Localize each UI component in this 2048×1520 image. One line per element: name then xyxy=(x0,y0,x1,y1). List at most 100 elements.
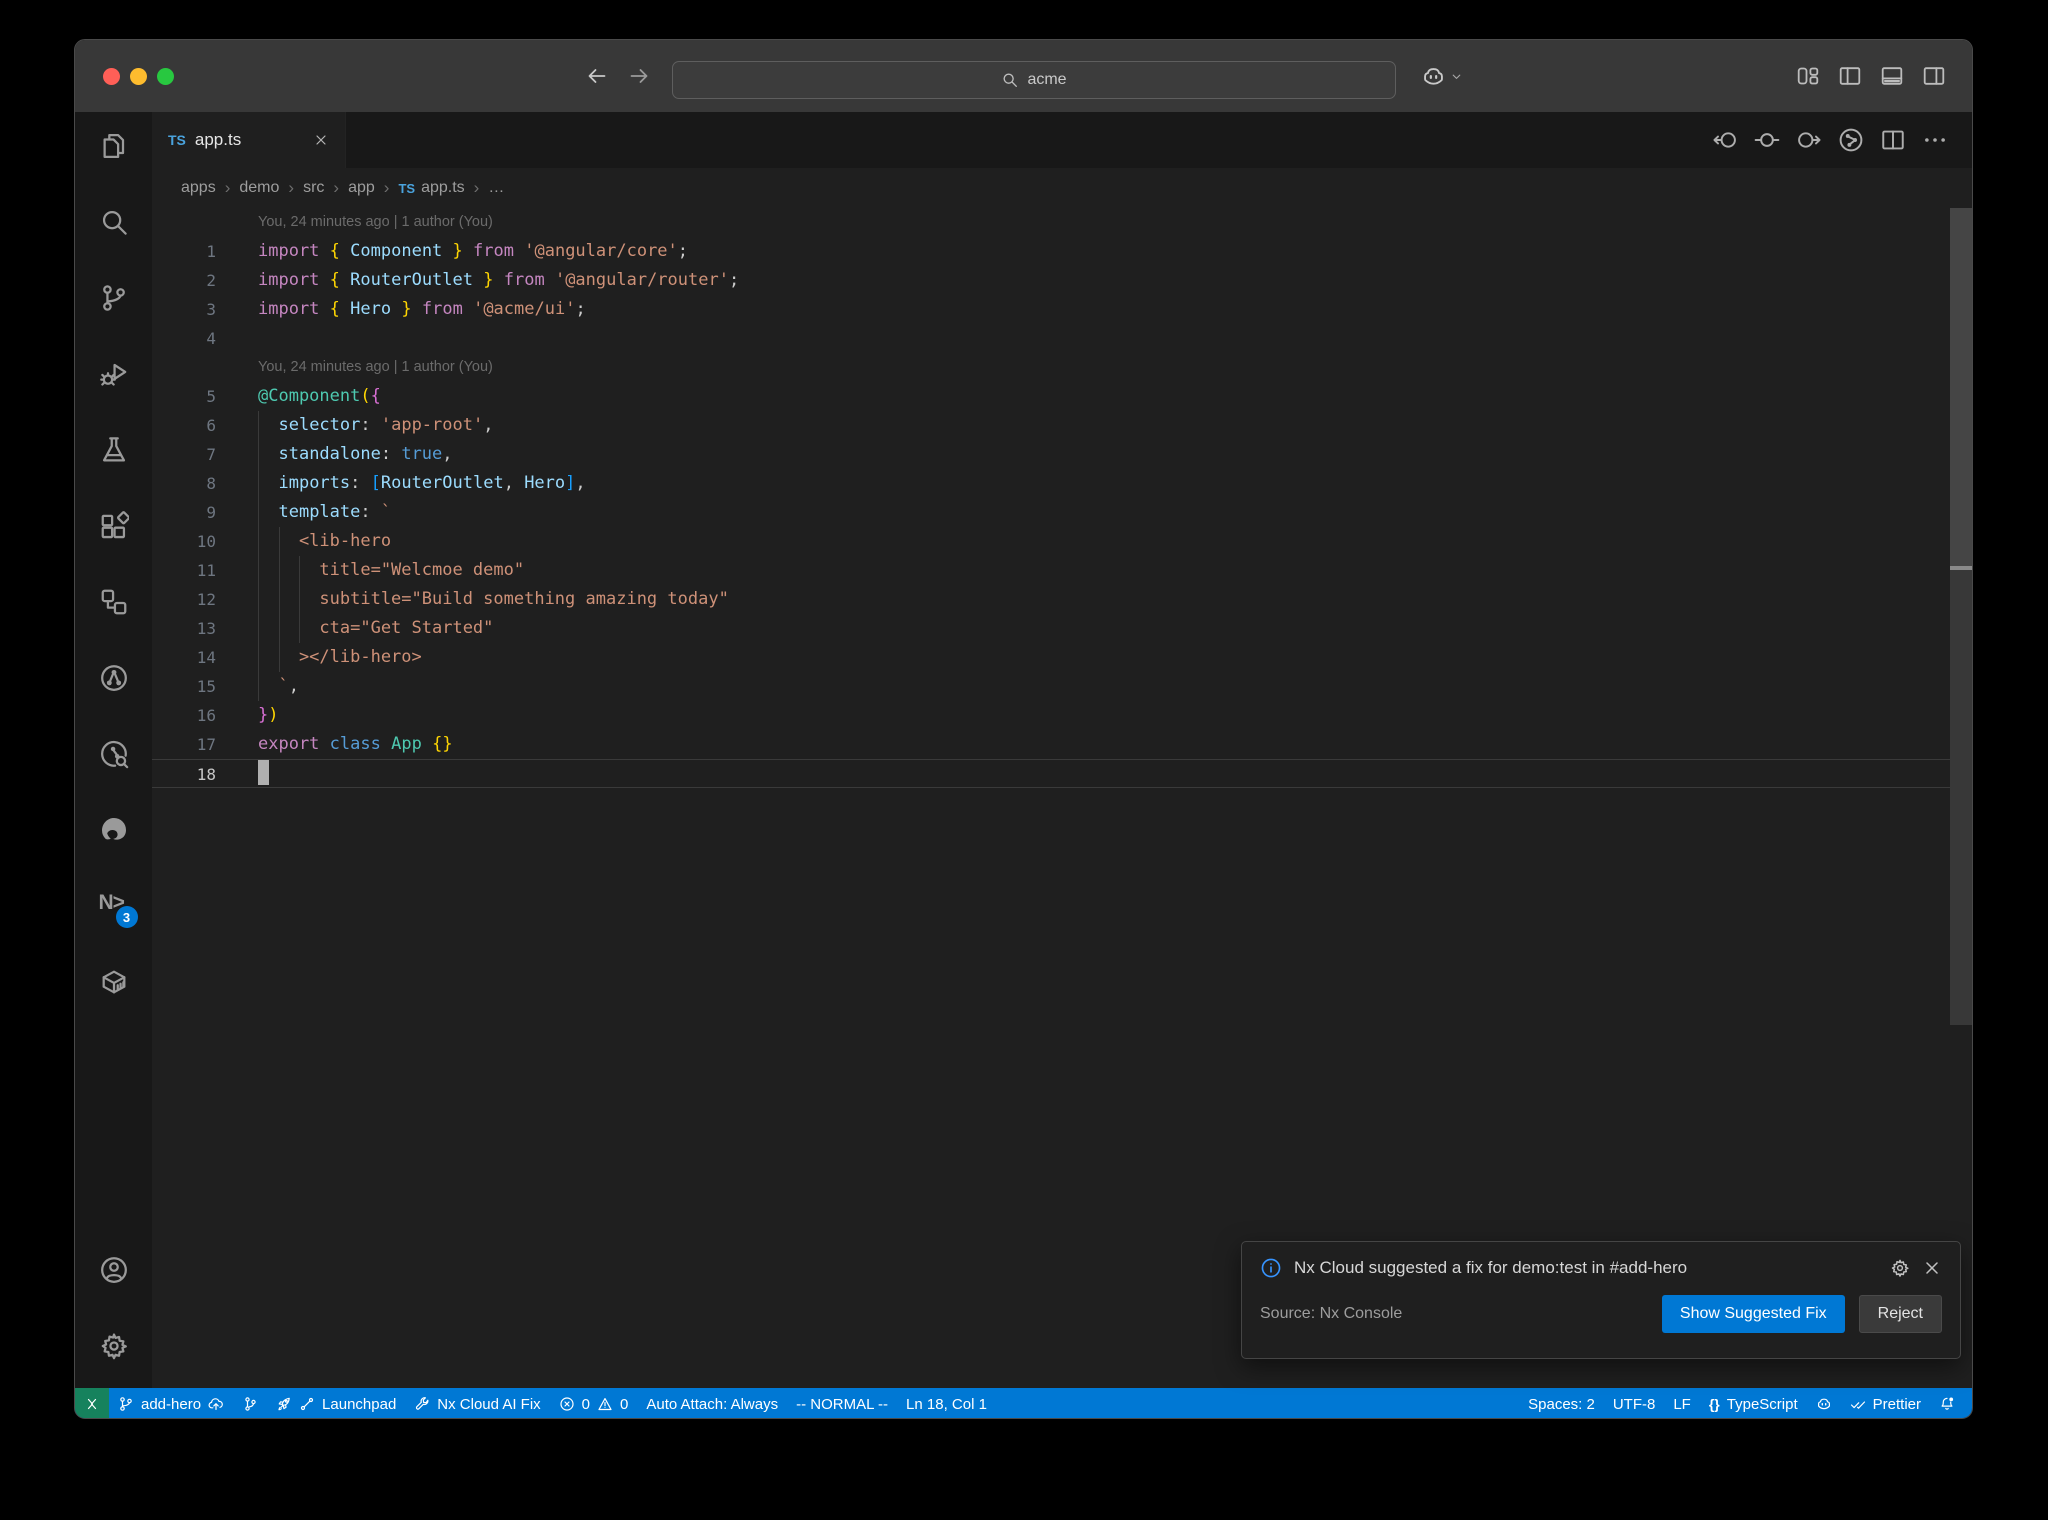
activity-item-edge-tools[interactable] xyxy=(99,815,129,845)
reject-button[interactable]: Reject xyxy=(1858,1295,1942,1333)
notification-close-icon[interactable] xyxy=(1922,1258,1942,1278)
status-notifications-bell[interactable] xyxy=(1930,1388,1964,1418)
status-git-branch[interactable]: add-hero xyxy=(109,1388,233,1418)
remote-icon xyxy=(84,1396,100,1412)
code-editor[interactable]: You, 24 minutes ago | 1 author (You) 1 imp… xyxy=(152,208,1972,1388)
activity-item-nx-console[interactable]: N> 3 xyxy=(99,891,138,928)
status-language-mode[interactable]: {} TypeScript xyxy=(1700,1388,1807,1418)
commit-graph-icon[interactable] xyxy=(1838,127,1864,153)
line-number: 6 xyxy=(206,416,216,435)
scrollbar-thumb[interactable] xyxy=(1950,208,1972,566)
status-indentation[interactable]: Spaces: 2 xyxy=(1519,1388,1604,1418)
window-zoom-button[interactable] xyxy=(157,68,174,85)
layout-customize-icon[interactable] xyxy=(1796,64,1820,88)
breadcrumb-item-apps[interactable]: apps xyxy=(181,179,216,197)
activity-item-explorer[interactable] xyxy=(99,131,129,161)
activity-item-git-search[interactable] xyxy=(99,739,129,769)
split-editor-icon[interactable] xyxy=(1880,127,1906,153)
breadcrumb-separator: › xyxy=(333,178,340,197)
window-minimize-button[interactable] xyxy=(130,68,147,85)
scrollbar-track-lower xyxy=(1950,570,1972,1025)
activity-item-settings[interactable] xyxy=(99,1331,129,1361)
activity-item-source-control[interactable] xyxy=(99,283,129,313)
status-nx-cloud-ai-fix[interactable]: Nx Cloud AI Fix xyxy=(405,1388,549,1418)
history-back-icon[interactable] xyxy=(585,64,609,88)
code-line: 11 title="Welcmoe demo" xyxy=(152,556,1972,585)
breadcrumb-separator: › xyxy=(288,178,295,197)
breadcrumb-item-app[interactable]: app xyxy=(348,179,375,197)
activity-item-testing[interactable] xyxy=(99,435,129,465)
layout-panel-icon[interactable] xyxy=(1880,64,1904,88)
activity-item-run-debug[interactable] xyxy=(99,359,129,389)
editor-actions xyxy=(1712,112,1948,168)
status-cursor-position[interactable]: Ln 18, Col 1 xyxy=(897,1388,996,1418)
breadcrumb-item-demo[interactable]: demo xyxy=(239,179,279,197)
code-line: 8 imports: [RouterOutlet, Hero], xyxy=(152,469,1972,498)
notification-toast: Nx Cloud suggested a fix for demo:test i… xyxy=(1241,1241,1961,1359)
typescript-file-icon: TS xyxy=(398,180,416,196)
status-vim-mode[interactable]: -- NORMAL -- xyxy=(787,1388,897,1418)
window-close-button[interactable] xyxy=(103,68,120,85)
code-text: export class App {} xyxy=(258,734,453,754)
code-line: 7 standalone: true, xyxy=(152,440,1972,469)
status-remote-indicator[interactable] xyxy=(75,1388,109,1418)
info-icon xyxy=(1260,1257,1282,1279)
activity-item-extensions[interactable] xyxy=(99,511,129,541)
nav-back-icon[interactable] xyxy=(1712,127,1738,153)
nav-forward-icon[interactable] xyxy=(1796,127,1822,153)
code-line: 3 import { Hero } from '@acme/ui'; xyxy=(152,295,1972,324)
extensions-icon xyxy=(99,511,129,541)
command-center-search[interactable]: acme xyxy=(672,61,1396,99)
activity-item-commit-graph[interactable] xyxy=(99,663,129,693)
status-eol[interactable]: LF xyxy=(1664,1388,1700,1418)
activity-item-search[interactable] xyxy=(99,207,129,237)
code-line: 9 template: ` xyxy=(152,498,1972,527)
status-problems[interactable]: 00 xyxy=(550,1388,638,1418)
tab-bar: TS app.ts xyxy=(152,112,1972,168)
activity-item-containers[interactable] xyxy=(99,967,129,997)
layout-sidebar-right-icon[interactable] xyxy=(1922,64,1946,88)
status-formatter-prettier[interactable]: Prettier xyxy=(1841,1388,1930,1418)
tab-close-icon[interactable] xyxy=(313,132,329,148)
status-auto-attach[interactable]: Auto Attach: Always xyxy=(637,1388,787,1418)
history-forward-icon[interactable] xyxy=(627,64,651,88)
breadcrumb-item-src[interactable]: src xyxy=(303,179,324,197)
nav-dot-icon[interactable] xyxy=(1754,127,1780,153)
wrench-icon xyxy=(414,1396,430,1412)
tab-app-ts[interactable]: TS app.ts xyxy=(152,112,346,168)
status-copilot-status[interactable] xyxy=(1807,1388,1841,1418)
status-commit-pipeline[interactable] xyxy=(233,1388,267,1418)
status-text: TypeScript xyxy=(1726,1395,1798,1413)
activity-item-accounts[interactable] xyxy=(99,1255,129,1285)
status-encoding[interactable]: UTF-8 xyxy=(1604,1388,1665,1418)
containers-icon xyxy=(99,967,129,997)
chevron-down-icon xyxy=(1449,69,1464,84)
breadcrumb-item--[interactable]: … xyxy=(488,179,504,197)
search-value: acme xyxy=(1027,71,1067,88)
breadcrumb-label: demo xyxy=(239,179,280,196)
code-line: 18 xyxy=(152,759,1972,788)
commit-graph-icon xyxy=(99,663,129,693)
code-text: title="Welcmoe demo" xyxy=(258,560,525,580)
code-line: 15 `, xyxy=(152,672,1972,701)
notification-settings-icon[interactable] xyxy=(1890,1258,1910,1278)
line-number: 3 xyxy=(206,300,216,319)
braces-icon: {} xyxy=(1708,1396,1720,1412)
more-icon[interactable] xyxy=(1922,127,1948,153)
activity-item-project-structure[interactable] xyxy=(99,587,129,617)
code-text: import { Hero } from '@acme/ui'; xyxy=(258,299,586,319)
line-number: 13 xyxy=(196,619,216,638)
line-number: 10 xyxy=(196,532,216,551)
breadcrumb-item-app-ts[interactable]: TS app.ts xyxy=(398,179,464,197)
run-debug-icon xyxy=(99,359,129,389)
breadcrumb-label: app xyxy=(348,179,375,196)
status-launchpad[interactable]: Launchpad xyxy=(267,1388,405,1418)
code-line: 4 xyxy=(152,324,1972,353)
line-number: 5 xyxy=(206,387,216,406)
indent-guide xyxy=(299,556,300,643)
code-line: 12 subtitle="Build something amazing tod… xyxy=(152,585,1972,614)
copilot-menu-button[interactable] xyxy=(1421,64,1464,89)
layout-sidebar-icon[interactable] xyxy=(1838,64,1862,88)
show-suggested-fix-button[interactable]: Show Suggested Fix xyxy=(1661,1295,1845,1333)
editor-scrollbar[interactable] xyxy=(1950,208,1972,1388)
